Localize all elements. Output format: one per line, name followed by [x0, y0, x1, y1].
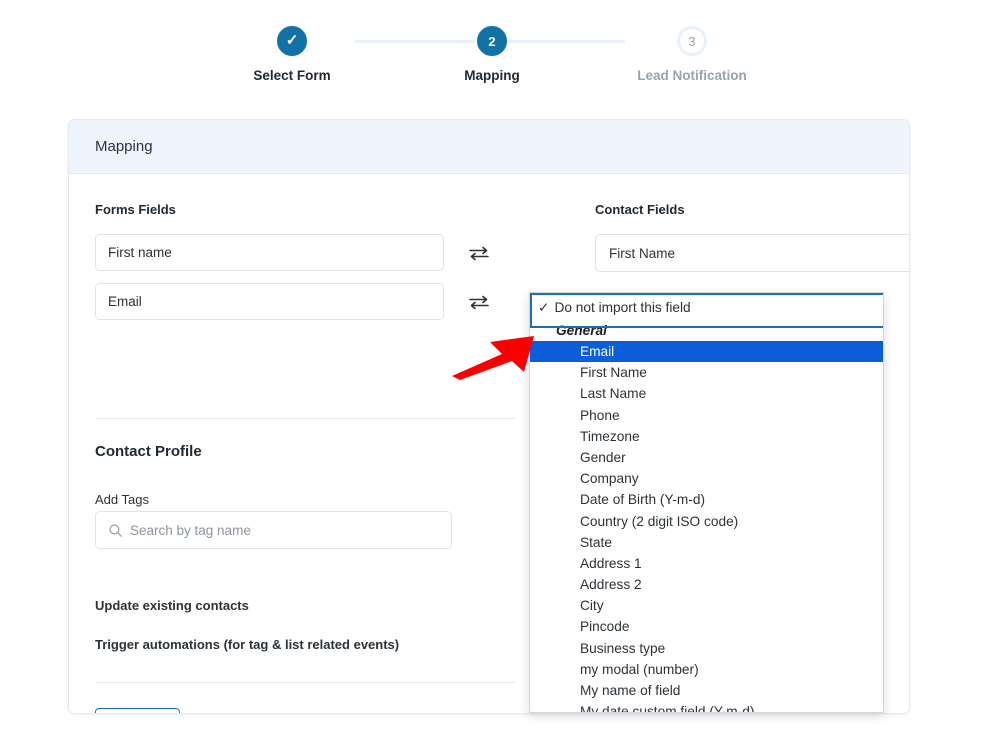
step-3-number: 3: [688, 33, 696, 49]
dropdown-option[interactable]: Gender: [530, 447, 883, 468]
contact-field-select-1[interactable]: First Name: [595, 234, 909, 272]
page-root: ✓ Select Form 2 Mapping 3 Lead Notificat…: [0, 0, 984, 753]
dropdown-option[interactable]: Address 1: [530, 553, 883, 574]
dropdown-option[interactable]: City: [530, 595, 883, 616]
dropdown-option[interactable]: Pincode: [530, 616, 883, 637]
dropdown-option[interactable]: Date of Birth (Y-m-d): [530, 489, 883, 510]
search-icon: [108, 523, 123, 538]
dropdown-option[interactable]: Country (2 digit ISO code): [530, 511, 883, 532]
dropdown-option[interactable]: My date custom field (Y-m-d): [530, 701, 883, 712]
contact-profile-title: Contact Profile: [95, 443, 202, 460]
mapping-row: Email: [95, 283, 515, 320]
trigger-automations-label[interactable]: Trigger automations (for tag & list rela…: [95, 637, 399, 652]
dropdown-option-do-not-import[interactable]: ✓ Do not import this field: [530, 295, 883, 320]
step-2-number: 2: [488, 33, 496, 49]
mapping-row: First name: [95, 234, 515, 271]
dropdown-option-do-not-import-label: Do not import this field: [554, 300, 691, 315]
form-field-input-1[interactable]: First name: [95, 234, 444, 271]
step-3-circle[interactable]: 3: [677, 26, 707, 56]
dropdown-option[interactable]: my modal (number): [530, 659, 883, 680]
contact-field-select-value-1: First Name: [609, 245, 676, 261]
step-lead-notification[interactable]: 3 Lead Notification: [592, 26, 792, 83]
back-button[interactable]: Back: [95, 708, 180, 713]
contact-field-dropdown[interactable]: ✓ Do not import this field General Email F…: [529, 292, 884, 713]
dropdown-option-list[interactable]: ✓ Do not import this field General Email F…: [530, 293, 883, 712]
dropdown-option[interactable]: Email: [530, 341, 883, 363]
dropdown-option[interactable]: First Name: [530, 362, 883, 383]
tag-search-input[interactable]: Search by tag name: [95, 511, 452, 549]
step-mapping[interactable]: 2 Mapping: [392, 26, 592, 83]
card-header: Mapping: [69, 120, 909, 174]
step-select-form[interactable]: ✓ Select Form: [192, 26, 392, 83]
dropdown-option[interactable]: Timezone: [530, 426, 883, 447]
add-tags-label: Add Tags: [95, 492, 149, 507]
step-1-label: Select Form: [253, 68, 331, 83]
dropdown-option[interactable]: State: [530, 532, 883, 553]
stepper-connector-1: [355, 40, 475, 43]
update-existing-contacts-label[interactable]: Update existing contacts: [95, 598, 249, 613]
step-1-circle[interactable]: ✓: [277, 26, 307, 56]
dropdown-option[interactable]: Address 2: [530, 574, 883, 595]
contact-fields-column: Contact Fields First Name: [595, 202, 909, 272]
section-divider-bottom: [95, 682, 515, 683]
forms-fields-column: Forms Fields First name Email: [95, 202, 515, 320]
checkmark-icon: ✓: [538, 300, 550, 315]
dropdown-option[interactable]: Company: [530, 468, 883, 489]
step-2-label: Mapping: [464, 68, 520, 83]
dropdown-option[interactable]: Phone: [530, 405, 883, 426]
dropdown-option[interactable]: My name of field: [530, 680, 883, 701]
exchange-icon: [444, 294, 515, 310]
step-2-circle[interactable]: 2: [477, 26, 507, 56]
section-divider-top: [95, 418, 515, 419]
dropdown-option[interactable]: Business type: [530, 638, 883, 659]
tag-search-placeholder: Search by tag name: [130, 522, 251, 538]
wizard-stepper: ✓ Select Form 2 Mapping 3 Lead Notificat…: [0, 26, 984, 83]
form-field-value-2: Email: [108, 294, 142, 309]
dropdown-option[interactable]: Last Name: [530, 383, 883, 404]
stepper-connector-2: [505, 40, 625, 43]
dropdown-group-label: General: [556, 323, 607, 338]
check-icon: ✓: [285, 31, 299, 49]
page-title: Mapping: [95, 138, 153, 155]
form-field-value-1: First name: [108, 245, 172, 260]
contact-fields-header: Contact Fields: [595, 202, 685, 217]
step-3-label: Lead Notification: [637, 68, 747, 83]
forms-fields-header: Forms Fields: [95, 202, 176, 217]
exchange-icon: [444, 245, 515, 261]
form-field-input-2[interactable]: Email: [95, 283, 444, 320]
